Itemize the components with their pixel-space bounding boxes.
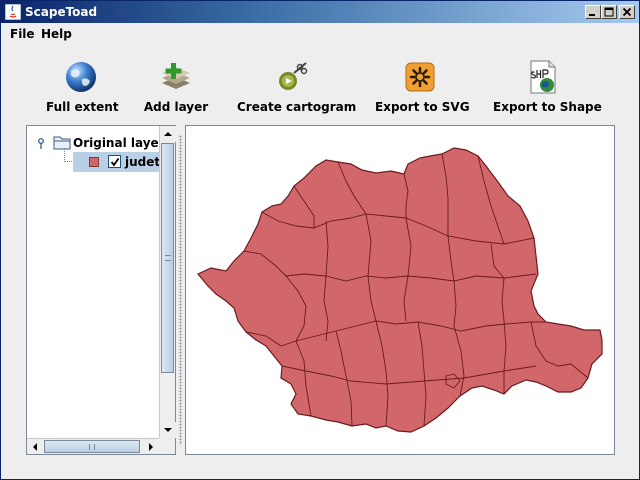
minimize-icon <box>589 14 595 16</box>
arrow-up-icon <box>164 132 172 136</box>
arrow-left-icon <box>33 443 37 451</box>
layer-tree-panel: Original layers judete <box>26 125 176 455</box>
folder-icon <box>38 136 71 150</box>
menu-bar: File Help <box>1 23 639 45</box>
globe-icon <box>66 62 96 92</box>
scroll-up-button[interactable] <box>160 126 176 142</box>
add-layer-button[interactable]: Add layer <box>141 59 211 114</box>
scroll-right-button[interactable] <box>143 439 159 455</box>
minimize-button[interactable] <box>585 5 601 19</box>
map-layer-judete <box>197 147 603 433</box>
create-cartogram-label: Create cartogram <box>237 100 357 114</box>
close-icon <box>622 7 632 17</box>
layer-visibility-checkbox[interactable] <box>108 155 121 168</box>
layer-color-swatch <box>89 157 99 167</box>
scroll-down-button[interactable] <box>160 422 176 438</box>
scroll-left-button[interactable] <box>27 439 43 455</box>
map-canvas[interactable] <box>186 126 614 454</box>
cartogram-icon <box>279 62 308 90</box>
window-title: ScapeToad <box>25 5 98 19</box>
vertical-scroll-thumb[interactable] <box>161 143 174 373</box>
toolbar: Full extent Add layer Create cartogram E… <box>1 45 639 121</box>
scroll-corner <box>159 438 175 454</box>
export-svg-button[interactable]: Export to SVG <box>375 59 470 114</box>
scroll-grip <box>89 444 95 450</box>
maximize-icon <box>604 7 614 17</box>
export-shape-icon <box>530 60 556 94</box>
arrow-right-icon <box>149 443 153 451</box>
scroll-grip <box>165 255 171 261</box>
create-cartogram-button[interactable]: Create cartogram <box>237 59 357 114</box>
layer-label: judete <box>125 155 159 169</box>
export-svg-icon <box>405 62 435 92</box>
add-layer-label: Add layer <box>143 100 209 114</box>
app-window: ScapeToad File Help Full extent Add laye… <box>0 0 640 480</box>
check-icon <box>110 157 120 167</box>
full-extent-label: Full extent <box>46 100 119 114</box>
tree-horizontal-scrollbar[interactable] <box>27 438 159 454</box>
export-shape-button[interactable]: Export to Shape <box>493 59 602 114</box>
export-svg-label: Export to SVG <box>375 100 470 114</box>
divider-grip <box>179 135 182 445</box>
java-app-icon <box>5 4 21 20</box>
split-pane-divider[interactable] <box>178 125 183 455</box>
status-bar <box>1 459 639 479</box>
map-outline <box>197 147 603 433</box>
export-shape-label: Export to Shape <box>493 100 602 114</box>
close-button[interactable] <box>619 5 635 19</box>
arrow-down-icon <box>164 428 172 432</box>
full-extent-button[interactable]: Full extent <box>46 59 119 114</box>
horizontal-scroll-thumb[interactable] <box>44 440 140 453</box>
layer-item-judete[interactable]: judete <box>73 152 159 172</box>
tree-root-label[interactable]: Original layers <box>73 136 172 150</box>
title-bar[interactable]: ScapeToad <box>1 1 639 23</box>
add-layer-icon <box>162 63 190 89</box>
menu-file[interactable]: File <box>10 27 35 41</box>
map-panel[interactable] <box>185 125 615 455</box>
tree-connector <box>64 148 65 162</box>
maximize-button[interactable] <box>601 5 617 19</box>
menu-help[interactable]: Help <box>41 27 72 41</box>
tree-vertical-scrollbar[interactable] <box>159 126 176 438</box>
